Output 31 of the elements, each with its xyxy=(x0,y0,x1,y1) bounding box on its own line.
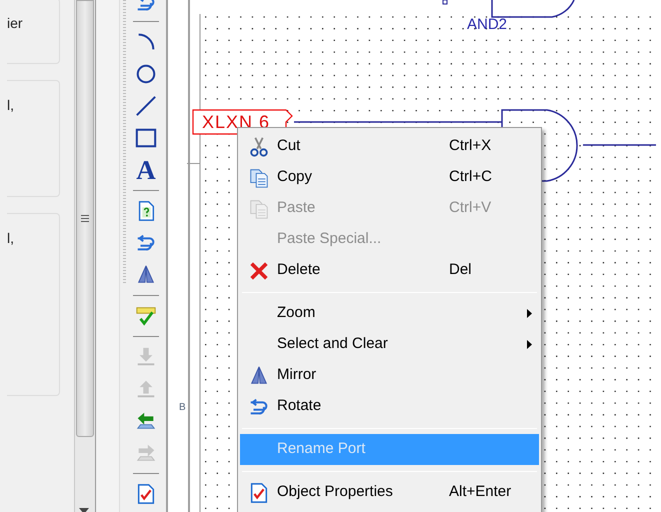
pin-mark xyxy=(442,0,448,4)
gate-label: AND2 xyxy=(467,17,508,32)
properties-icon[interactable] xyxy=(135,483,157,505)
menu-item[interactable]: Select and Clear xyxy=(240,329,539,360)
menu-item[interactable]: Cut Ctrl+X xyxy=(240,131,539,162)
scrollbar-thumb[interactable] xyxy=(76,0,94,437)
paste-icon xyxy=(248,198,270,220)
text-tool-icon[interactable]: A xyxy=(136,156,156,184)
margin-label: B xyxy=(179,403,186,413)
card-text: ier xyxy=(7,14,23,33)
line-icon[interactable] xyxy=(135,95,157,117)
grip-icon xyxy=(81,215,89,222)
card-text: l, xyxy=(7,96,14,115)
submenu-arrow-icon xyxy=(526,309,532,318)
menu-item[interactable]: Zoom xyxy=(240,298,539,329)
scissors-icon xyxy=(248,136,270,158)
menu-item[interactable]: Rotate xyxy=(240,391,539,422)
copy-icon xyxy=(248,166,270,188)
menu-item[interactable]: Copy Ctrl+C xyxy=(240,162,539,193)
toolbar-grip[interactable] xyxy=(123,0,126,285)
menu-item[interactable]: Mirror xyxy=(240,360,539,391)
mirror-icon[interactable] xyxy=(135,264,157,286)
delete-icon xyxy=(248,260,270,282)
menu-item[interactable]: Object Properties Alt+Enter xyxy=(240,477,539,508)
rectangle-icon[interactable] xyxy=(135,127,157,149)
submenu-arrow-icon xyxy=(526,340,532,349)
card-text: l, xyxy=(7,229,14,248)
ellipse-icon[interactable] xyxy=(135,63,157,85)
menu-item[interactable]: Delete Del xyxy=(240,255,539,286)
left-arrow-icon[interactable] xyxy=(135,410,157,432)
ruler-check-icon[interactable] xyxy=(135,305,157,327)
